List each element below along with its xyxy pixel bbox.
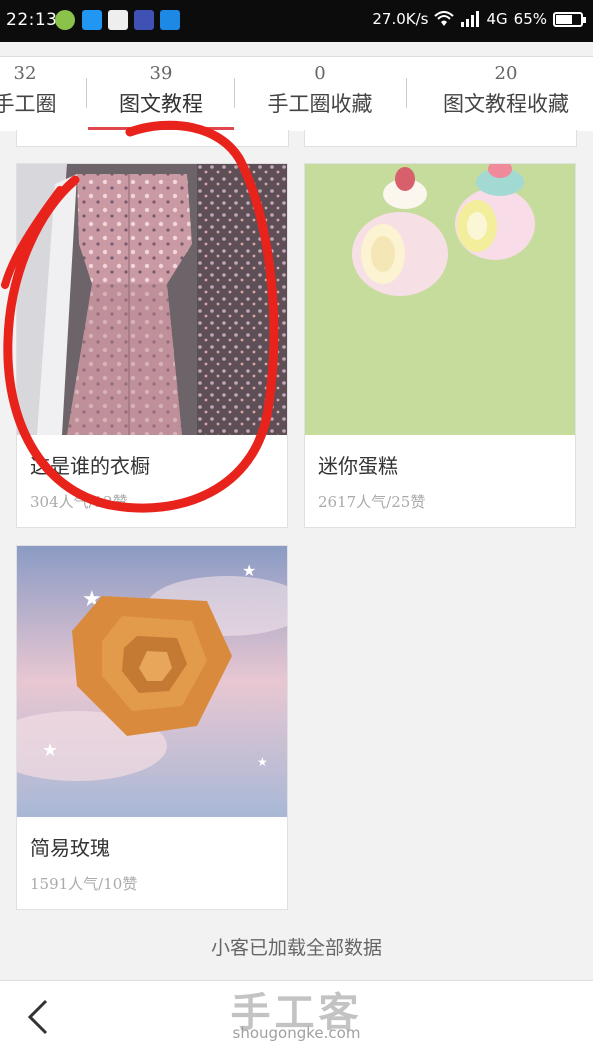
- svg-text:★: ★: [242, 561, 256, 580]
- card-title: 迷你蛋糕: [318, 454, 398, 478]
- tab-count: 32: [13, 63, 37, 84]
- tab-label: 图文教程收藏: [443, 92, 569, 116]
- svg-text:★: ★: [257, 755, 268, 769]
- tutorial-card[interactable]: 迷你蛋糕 2617人气/25赞: [304, 163, 576, 528]
- tab-label: 手工圈收藏: [267, 92, 373, 116]
- battery-icon: [553, 11, 586, 27]
- app-icon-1: [55, 10, 75, 30]
- svg-text:★: ★: [42, 740, 58, 761]
- tutorial-card[interactable]: ★ ★ ★ ★ 简易玫瑰 1591人气/10赞: [16, 545, 288, 910]
- app-icon-4: [134, 10, 154, 30]
- card-image-rose: ★ ★ ★ ★: [17, 546, 287, 817]
- tab-bar: 32 手工圈 39 图文教程 0 手工圈收藏 20 图文教程收藏: [0, 56, 593, 131]
- app-icon-2: [82, 10, 102, 30]
- card-image-wardrobe: [17, 164, 287, 435]
- app-icon-5: [160, 10, 180, 30]
- tab-tutorials[interactable]: 39 图文教程: [98, 63, 224, 118]
- card-stats: 1591人气/10赞: [30, 875, 138, 893]
- tab-label: 图文教程: [119, 92, 203, 116]
- tab-count: 20: [494, 63, 518, 84]
- previous-card-bottom: [16, 130, 289, 147]
- tab-divider: [234, 78, 235, 108]
- card-stats: 2617人气/25赞: [318, 493, 426, 511]
- tab-circle-favorites[interactable]: 0 手工圈收藏: [250, 63, 390, 118]
- tutorial-card[interactable]: 这是谁的衣橱 304人气/12赞: [16, 163, 288, 528]
- wifi-icon: [434, 11, 455, 26]
- status-bar: 22:13 27.0K/s 4G 65%: [0, 0, 593, 42]
- card-stats: 304人气/12赞: [30, 493, 128, 511]
- card-title: 这是谁的衣橱: [30, 454, 150, 478]
- tab-divider: [86, 78, 87, 108]
- signal-icon: [461, 11, 480, 27]
- battery-fill: [556, 14, 572, 24]
- tab-count: 39: [149, 63, 173, 84]
- net-speed: 27.0K/s: [372, 10, 429, 28]
- status-right: 27.0K/s 4G 65%: [372, 10, 586, 28]
- status-time: 22:13: [6, 10, 58, 30]
- tab-count: 0: [314, 63, 326, 84]
- card-title: 简易玫瑰: [30, 836, 110, 860]
- tab-handcraft-circle[interactable]: 32 手工圈: [0, 63, 80, 118]
- tab-label: 手工圈: [0, 92, 57, 116]
- battery-percent: 65%: [513, 10, 547, 28]
- app-icon-3: [108, 10, 128, 30]
- card-image-mini-cake: [305, 164, 575, 435]
- tab-tutorial-favorites[interactable]: 20 图文教程收藏: [424, 63, 588, 118]
- network-type: 4G: [486, 10, 508, 28]
- all-loaded-text: 小客已加载全部数据: [210, 937, 382, 959]
- previous-card-bottom: [304, 130, 577, 147]
- watermark-url: shougongke.com: [232, 1024, 361, 1042]
- tab-divider: [406, 78, 407, 108]
